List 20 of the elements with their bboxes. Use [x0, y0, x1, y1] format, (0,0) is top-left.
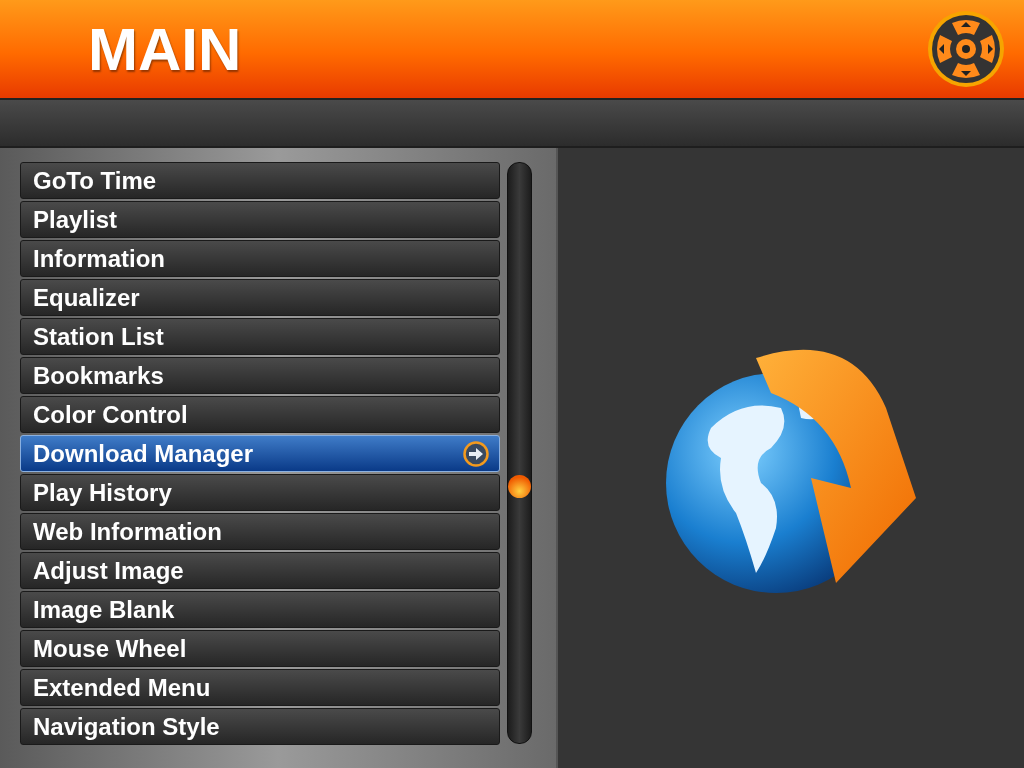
- menu-item[interactable]: Mouse Wheel: [20, 630, 500, 667]
- scroll-thumb[interactable]: [508, 475, 531, 498]
- menu-item[interactable]: Play History: [20, 474, 500, 511]
- menu-item[interactable]: Extended Menu: [20, 669, 500, 706]
- menu-item[interactable]: Information: [20, 240, 500, 277]
- arrow-right-icon: [463, 440, 489, 467]
- menu-item[interactable]: Playlist: [20, 201, 500, 238]
- menu-item[interactable]: Adjust Image: [20, 552, 500, 589]
- scrollbar-track[interactable]: [507, 162, 532, 744]
- menu-item[interactable]: Web Information: [20, 513, 500, 550]
- menu-item[interactable]: Download Manager: [20, 435, 500, 472]
- menu-item[interactable]: GoTo Time: [20, 162, 500, 199]
- menu-item[interactable]: Image Blank: [20, 591, 500, 628]
- menu-item[interactable]: Equalizer: [20, 279, 500, 316]
- navigation-pad-icon[interactable]: [926, 9, 1006, 89]
- page-title: MAIN: [88, 14, 242, 84]
- menu-item[interactable]: Bookmarks: [20, 357, 500, 394]
- menu-item[interactable]: Navigation Style: [20, 708, 500, 745]
- menu-item[interactable]: Station List: [20, 318, 500, 355]
- menu-item[interactable]: Color Control: [20, 396, 500, 433]
